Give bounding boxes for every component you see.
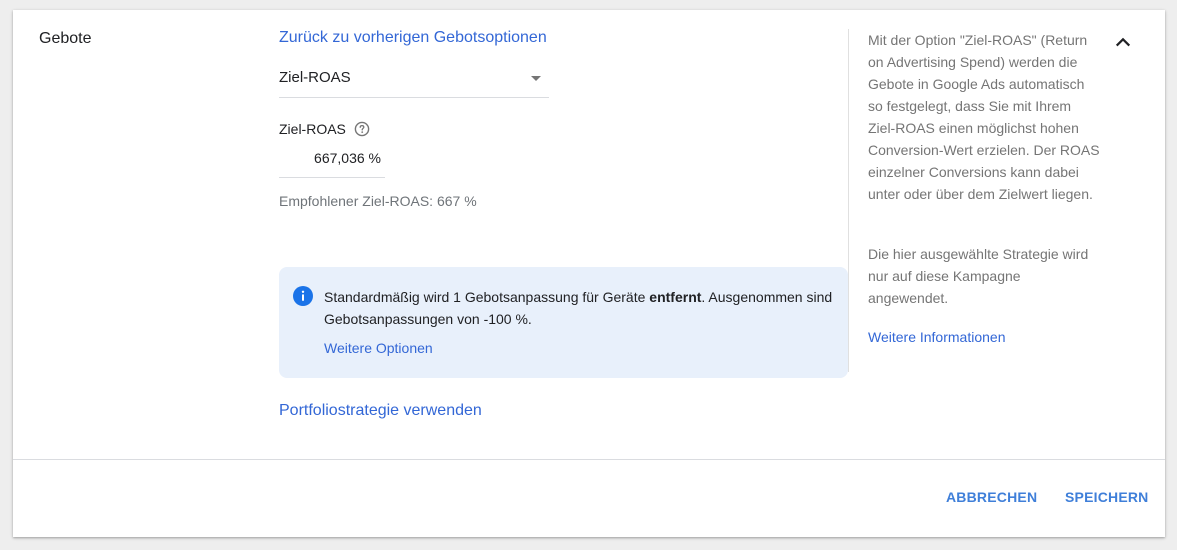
section-title: Gebote (39, 30, 92, 47)
bidding-settings-card: Gebote Zurück zu vorherigen Gebotsoption… (13, 10, 1165, 537)
more-options-link[interactable]: Weitere Optionen (324, 340, 433, 356)
cancel-button[interactable]: ABBRECHEN (946, 489, 1037, 505)
help-paragraph-strategy: Die hier ausgewählte Strategie wird nur … (868, 246, 1089, 306)
info-icon (293, 286, 313, 306)
info-text-start: Standardmäßig wird 1 Gebotsanpassung für… (324, 289, 650, 305)
device-adjustment-info-box: Standardmäßig wird 1 Gebotsanpassung für… (279, 267, 848, 378)
target-roas-label: Ziel-ROAS (279, 121, 346, 137)
target-roas-input[interactable]: 667,036 % (279, 147, 385, 178)
chevron-up-icon[interactable] (1113, 32, 1133, 52)
footer-divider (13, 459, 1165, 460)
bid-strategy-selected-value: Ziel-ROAS (279, 69, 351, 86)
target-roas-value: 667,036 % (314, 150, 381, 166)
help-circle-icon[interactable] (354, 121, 370, 137)
help-paragraph-roas: Mit der Option "Ziel-ROAS" (Return on Ad… (868, 32, 1100, 202)
info-text-bold: entfernt (649, 289, 702, 305)
vertical-divider (848, 29, 849, 372)
info-message: Standardmäßig wird 1 Gebotsanpassung für… (324, 286, 834, 330)
back-to-previous-bidding-options-link[interactable]: Zurück zu vorherigen Gebotsoptionen (279, 29, 547, 47)
save-button[interactable]: SPEICHERN (1065, 489, 1148, 505)
use-portfolio-strategy-link[interactable]: Portfoliostrategie verwenden (279, 402, 482, 420)
dropdown-arrow-icon (531, 76, 541, 81)
bid-strategy-select[interactable]: Ziel-ROAS (279, 60, 549, 98)
recommended-roas-text: Empfohlener Ziel-ROAS: 667 % (279, 193, 477, 209)
more-information-link[interactable]: Weitere Informationen (868, 329, 1005, 345)
